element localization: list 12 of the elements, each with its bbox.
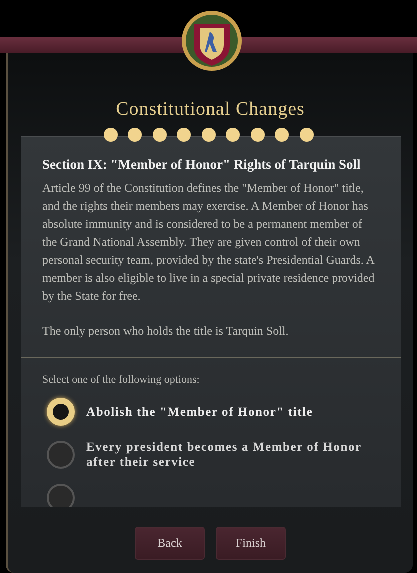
finish-button[interactable]: Finish: [216, 527, 286, 560]
option-label[interactable]: Every president becomes a Member of Honor after their service: [86, 440, 378, 470]
dialog-title: Constitutional Changes: [116, 99, 305, 122]
section-paragraph: The only person who holds the title is Tarquin Soll.: [42, 323, 290, 340]
back-button[interactable]: Back: [135, 527, 205, 560]
radio-button[interactable]: [46, 484, 74, 507]
radio-button[interactable]: [46, 441, 74, 469]
coat-of-arms-emblem: [180, 10, 244, 72]
options-prompt: Select one of the following options:: [42, 374, 201, 386]
option-label[interactable]: Abolish the "Member of Honor" title: [86, 404, 314, 420]
section-heading: Section IX: "Member of Honor" Rights of Tarquin Soll: [42, 157, 362, 173]
section-paragraph: Article 99 of the Constitution defines the "Member of Honor" title, and the rights their members may exercise. A Member of Honor has absolute immunity and is considered to be a permanent member of the Grand National Assembly. They are given control of their own personal security team, provided by the state's Presidential Guards. A member is also eligible to live in a special private residence provided by the State for free.: [42, 180, 376, 305]
